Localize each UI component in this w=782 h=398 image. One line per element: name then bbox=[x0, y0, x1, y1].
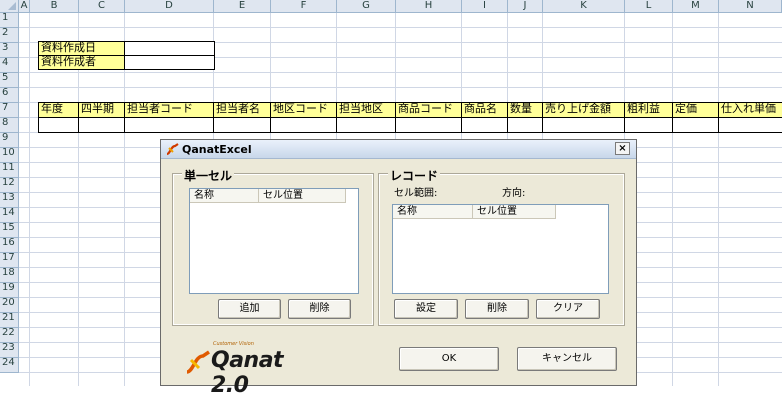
single-cell-col-position[interactable]: セル位置 bbox=[259, 189, 346, 203]
row-header-21[interactable]: 21 bbox=[0, 313, 19, 328]
single-cell-delete-button[interactable]: 削除 bbox=[288, 299, 351, 319]
header-cell-staff-code[interactable]: 担当者コード bbox=[124, 102, 214, 118]
row-header-2[interactable]: 2 bbox=[0, 28, 19, 43]
row-header-16[interactable]: 16 bbox=[0, 238, 19, 253]
record-col-name[interactable]: 名称 bbox=[393, 205, 473, 219]
header-cell-sales-amount[interactable]: 売り上げ金額 bbox=[542, 102, 625, 118]
dialog-titlebar[interactable]: QanatExcel × bbox=[161, 140, 636, 159]
record-group: レコード セル範囲: 方向: 名称 セル位置 設定 削除 クリア bbox=[378, 167, 625, 326]
row-header-7[interactable]: 7 bbox=[0, 103, 19, 118]
record-delete-button[interactable]: 削除 bbox=[465, 299, 529, 319]
row-header-5[interactable]: 5 bbox=[0, 73, 19, 88]
data-cell[interactable] bbox=[78, 117, 125, 133]
qanat-dialog: QanatExcel × 単一セル 名称 セル位置 追加 削除 レコード セル範… bbox=[160, 139, 637, 398]
row-header-19[interactable]: 19 bbox=[0, 283, 19, 298]
data-cell[interactable] bbox=[38, 117, 79, 133]
data-cell[interactable] bbox=[336, 117, 396, 133]
row-header-23[interactable]: 23 bbox=[0, 343, 19, 358]
record-col-position[interactable]: セル位置 bbox=[473, 205, 556, 219]
row-header-14[interactable]: 14 bbox=[0, 208, 19, 223]
row-header-11[interactable]: 11 bbox=[0, 163, 19, 178]
column-header-c[interactable]: C bbox=[79, 0, 125, 13]
data-cell[interactable] bbox=[395, 117, 462, 133]
row-header-9[interactable]: 9 bbox=[0, 133, 19, 148]
column-header-f[interactable]: F bbox=[271, 0, 337, 13]
logo-subtitle: Customer Vision bbox=[213, 341, 254, 347]
cancel-button[interactable]: キャンセル bbox=[517, 347, 617, 371]
row-header-13[interactable]: 13 bbox=[0, 193, 19, 208]
cell-created-by-value[interactable] bbox=[124, 55, 215, 70]
row-header-6[interactable]: 6 bbox=[0, 88, 19, 103]
record-group-title: レコード bbox=[388, 167, 441, 184]
header-cell-gross-profit[interactable]: 粗利益 bbox=[624, 102, 673, 118]
data-cell[interactable] bbox=[124, 117, 214, 133]
header-cell-area-code[interactable]: 地区コード bbox=[270, 102, 337, 118]
data-cell[interactable] bbox=[672, 117, 719, 133]
cell-created-date-value[interactable] bbox=[124, 41, 215, 56]
row-header-8[interactable]: 8 bbox=[0, 118, 19, 133]
data-cell[interactable] bbox=[507, 117, 543, 133]
row-header-15[interactable]: 15 bbox=[0, 223, 19, 238]
data-cell[interactable] bbox=[542, 117, 625, 133]
row-header-17[interactable]: 17 bbox=[0, 253, 19, 268]
close-button[interactable]: × bbox=[615, 142, 630, 155]
label-created-date[interactable]: 資料作成日 bbox=[38, 41, 125, 56]
header-cell-product-code[interactable]: 商品コード bbox=[395, 102, 462, 118]
data-cell[interactable] bbox=[213, 117, 271, 133]
label-created-by[interactable]: 資料作成者 bbox=[38, 55, 125, 70]
row-header-22[interactable]: 22 bbox=[0, 328, 19, 343]
column-header-n[interactable]: N bbox=[719, 0, 782, 13]
column-header-b[interactable]: B bbox=[30, 0, 79, 13]
header-cell-quarter[interactable]: 四半期 bbox=[78, 102, 125, 118]
column-header-m[interactable]: M bbox=[673, 0, 719, 13]
dialog-title: QanatExcel bbox=[182, 143, 252, 156]
header-cell-area[interactable]: 担当地区 bbox=[336, 102, 396, 118]
row-header-4[interactable]: 4 bbox=[0, 58, 19, 73]
row-header-20[interactable]: 20 bbox=[0, 298, 19, 313]
column-header-e[interactable]: E bbox=[214, 0, 271, 13]
column-header-i[interactable]: I bbox=[462, 0, 508, 13]
single-cell-group: 単一セル 名称 セル位置 追加 削除 bbox=[172, 167, 374, 326]
single-cell-col-name[interactable]: 名称 bbox=[190, 189, 259, 203]
add-button[interactable]: 追加 bbox=[218, 299, 281, 319]
qanat-app-icon bbox=[166, 143, 179, 156]
direction-label: 方向: bbox=[502, 188, 526, 199]
record-list[interactable]: 名称 セル位置 bbox=[392, 204, 609, 294]
row-header-18[interactable]: 18 bbox=[0, 268, 19, 283]
single-cell-group-title: 単一セル bbox=[182, 167, 235, 184]
column-header-l[interactable]: L bbox=[625, 0, 673, 13]
column-header-d[interactable]: D bbox=[125, 0, 214, 13]
qanat-logo: Customer Vision Qanat 2.0 bbox=[185, 340, 325, 398]
qanat-logo-icon bbox=[186, 350, 210, 374]
header-cell-product-name[interactable]: 商品名 bbox=[461, 102, 508, 118]
header-cell-list-price[interactable]: 定価 bbox=[672, 102, 719, 118]
column-header-a[interactable]: A bbox=[19, 0, 30, 13]
header-cell-staff-name[interactable]: 担当者名 bbox=[213, 102, 271, 118]
ok-button[interactable]: OK bbox=[399, 347, 499, 371]
logo-text: Qanat 2.0 bbox=[211, 348, 284, 398]
cell-range-label: セル範囲: bbox=[394, 188, 438, 199]
column-header-h[interactable]: H bbox=[396, 0, 462, 13]
column-header-k[interactable]: K bbox=[543, 0, 625, 13]
data-cell[interactable] bbox=[461, 117, 508, 133]
data-cell[interactable] bbox=[718, 117, 782, 133]
data-cell[interactable] bbox=[270, 117, 337, 133]
column-header-j[interactable]: J bbox=[508, 0, 543, 13]
row-header-10[interactable]: 10 bbox=[0, 148, 19, 163]
single-cell-list[interactable]: 名称 セル位置 bbox=[189, 188, 359, 294]
header-cell-quantity[interactable]: 数量 bbox=[507, 102, 543, 118]
row-header-12[interactable]: 12 bbox=[0, 178, 19, 193]
row-header-1[interactable]: 1 bbox=[0, 13, 19, 28]
data-cell[interactable] bbox=[624, 117, 673, 133]
header-cell-unit-cost[interactable]: 仕入れ単価 bbox=[718, 102, 782, 118]
row-header-24[interactable]: 24 bbox=[0, 358, 19, 373]
row-header-3[interactable]: 3 bbox=[0, 43, 19, 58]
clear-button[interactable]: クリア bbox=[536, 299, 600, 319]
column-header-g[interactable]: G bbox=[337, 0, 396, 13]
set-button[interactable]: 設定 bbox=[394, 299, 458, 319]
header-cell-year[interactable]: 年度 bbox=[38, 102, 79, 118]
